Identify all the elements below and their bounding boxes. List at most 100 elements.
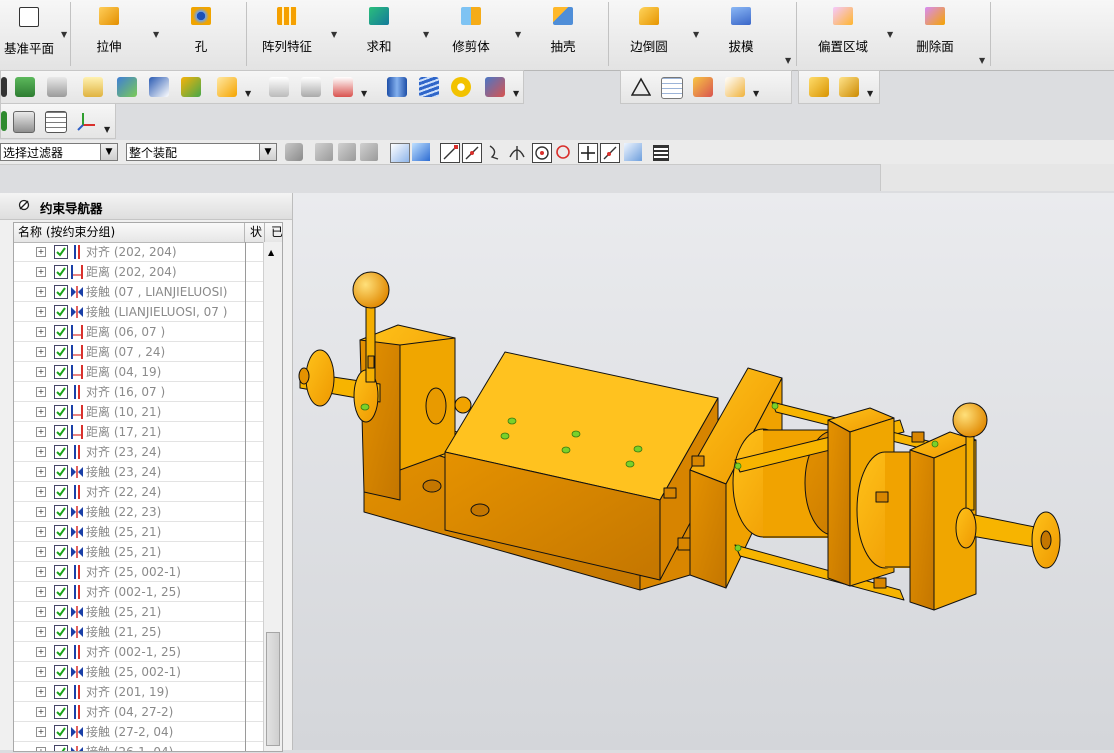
- snap-drag-icon[interactable]: [360, 143, 378, 161]
- column-applied[interactable]: 已: [265, 223, 282, 242]
- expand-icon[interactable]: +: [36, 467, 46, 477]
- expand-icon[interactable]: +: [36, 627, 46, 637]
- tree-row[interactable]: + 接触 (27-2, 04): [14, 722, 263, 742]
- constraint-checkbox[interactable]: [54, 625, 68, 639]
- move-component-icon[interactable]: [117, 77, 137, 97]
- expand-icon[interactable]: +: [36, 287, 46, 297]
- trim-body-button[interactable]: 修剪体: [432, 4, 510, 60]
- snap-center-icon[interactable]: [532, 143, 552, 163]
- tree-row[interactable]: + 对齐 (22, 24): [14, 482, 263, 502]
- constraint-checkbox[interactable]: [54, 285, 68, 299]
- abc-text-icon[interactable]: [217, 77, 237, 97]
- expand-icon[interactable]: +: [36, 327, 46, 337]
- tree-scrollbar[interactable]: ▲: [263, 242, 282, 751]
- tree-row[interactable]: + 对齐 (002-1, 25): [14, 582, 263, 602]
- scope-select[interactable]: 整个装配 ▼: [126, 143, 277, 161]
- tree-row[interactable]: + 接触 (LIANJIELUOSI, 07 ): [14, 302, 263, 322]
- measure-tool-icon[interactable]: [333, 77, 353, 97]
- constraint-checkbox[interactable]: [54, 305, 68, 319]
- tree-row[interactable]: + 距离 (10, 21): [14, 402, 263, 422]
- constraint-checkbox[interactable]: [54, 525, 68, 539]
- tree-row[interactable]: + 对齐 (25, 002-1): [14, 562, 263, 582]
- scroll-thumb[interactable]: [266, 632, 280, 746]
- constraint-checkbox[interactable]: [54, 265, 68, 279]
- toolbar-dropdown-4[interactable]: ▼: [753, 89, 759, 98]
- constraint-checkbox[interactable]: [54, 365, 68, 379]
- tree-row[interactable]: + 接触 (25, 21): [14, 602, 263, 622]
- expand-icon[interactable]: +: [36, 727, 46, 737]
- spreadsheet-icon[interactable]: [45, 111, 67, 133]
- tree-row[interactable]: + 距离 (202, 204): [14, 262, 263, 282]
- tree-row[interactable]: + 接触 (21, 25): [14, 622, 263, 642]
- gears-icon[interactable]: [725, 77, 745, 97]
- layer-settings-icon[interactable]: [47, 77, 67, 97]
- snap-endpoint-icon[interactable]: [440, 143, 460, 163]
- expand-icon[interactable]: +: [36, 687, 46, 697]
- expand-icon[interactable]: +: [36, 507, 46, 517]
- offset-region-button[interactable]: 偏置区域: [804, 4, 882, 60]
- table-icon[interactable]: [661, 77, 683, 99]
- toolbar-icon-partial[interactable]: [1, 77, 7, 97]
- layer-stack-icon[interactable]: [15, 77, 35, 97]
- constraint-checkbox[interactable]: [54, 445, 68, 459]
- spring-icon[interactable]: [419, 77, 439, 97]
- tree-row[interactable]: + 对齐 (04, 27-2): [14, 702, 263, 722]
- tree-row[interactable]: + 距离 (04, 19): [14, 362, 263, 382]
- more-sync-dropdown[interactable]: ▼: [979, 56, 985, 65]
- tree-row[interactable]: + 距离 (17, 21): [14, 422, 263, 442]
- constraint-checkbox[interactable]: [54, 505, 68, 519]
- expand-icon[interactable]: +: [36, 247, 46, 257]
- toolbar-dropdown-6[interactable]: ▼: [104, 125, 110, 134]
- constraint-checkbox[interactable]: [54, 585, 68, 599]
- tool-crossed-icon[interactable]: [485, 77, 505, 97]
- snap-cursor-icon[interactable]: [315, 143, 333, 161]
- datum-plane-dropdown[interactable]: ▼: [61, 30, 67, 39]
- toolbar-dropdown-2[interactable]: ▼: [361, 89, 367, 98]
- unite-dropdown[interactable]: ▼: [423, 30, 429, 39]
- part-stack-icon[interactable]: [809, 77, 829, 97]
- constraint-checkbox[interactable]: [54, 485, 68, 499]
- expand-icon[interactable]: +: [36, 567, 46, 577]
- assembly-constraint-icon[interactable]: [181, 77, 201, 97]
- coordinate-axes-icon[interactable]: [77, 111, 97, 131]
- expand-icon[interactable]: +: [36, 427, 46, 437]
- snap-on-face-icon[interactable]: [624, 143, 642, 161]
- tree-row[interactable]: + 接触 (22, 23): [14, 502, 263, 522]
- select-face-icon[interactable]: [412, 143, 430, 161]
- edge-blend-button[interactable]: 边倒圆: [610, 4, 688, 60]
- toolbar-dropdown-5[interactable]: ▼: [867, 89, 873, 98]
- eraser-icon[interactable]: [83, 77, 103, 97]
- tree-row[interactable]: + 距离 (07 , 24): [14, 342, 263, 362]
- snap-intersection-icon[interactable]: [508, 143, 526, 161]
- expand-icon[interactable]: +: [36, 547, 46, 557]
- constraint-checkbox[interactable]: [54, 605, 68, 619]
- delete-face-button[interactable]: 删除面: [896, 4, 974, 60]
- tree-row[interactable]: + 距离 (06, 07 ): [14, 322, 263, 342]
- expand-icon[interactable]: +: [36, 447, 46, 457]
- tree-row[interactable]: + 接触 (25, 21): [14, 522, 263, 542]
- cylinder-icon[interactable]: [387, 77, 407, 97]
- bearing-icon[interactable]: [451, 77, 471, 97]
- constraint-checkbox[interactable]: [54, 565, 68, 579]
- offset-region-dropdown[interactable]: ▼: [887, 30, 893, 39]
- hole-button[interactable]: 孔: [162, 4, 240, 60]
- expand-icon[interactable]: +: [36, 387, 46, 397]
- constraint-checkbox[interactable]: [54, 345, 68, 359]
- tree-row[interactable]: + 对齐 (202, 204): [14, 242, 263, 262]
- toolbar-icon-partial-2[interactable]: [1, 111, 7, 131]
- edge-blend-dropdown[interactable]: ▼: [693, 30, 699, 39]
- constraint-checkbox[interactable]: [54, 325, 68, 339]
- expand-icon[interactable]: +: [36, 527, 46, 537]
- grid-icon[interactable]: [653, 145, 669, 161]
- type-filter-dropdown-icon[interactable]: ▼: [100, 144, 117, 160]
- type-filter-select[interactable]: 选择过滤器 ▼: [0, 143, 118, 161]
- select-body-icon[interactable]: [390, 143, 410, 163]
- expand-icon[interactable]: +: [36, 607, 46, 617]
- draft-button[interactable]: 拔模: [702, 4, 780, 60]
- constraint-checkbox[interactable]: [54, 465, 68, 479]
- constraint-checkbox[interactable]: [54, 405, 68, 419]
- toolbar-dropdown-3[interactable]: ▼: [513, 89, 519, 98]
- snap-existing-point-icon[interactable]: [578, 143, 598, 163]
- tree-row[interactable]: + 接触 (26-1, 04): [14, 742, 263, 751]
- curve-tool-icon[interactable]: [269, 77, 289, 97]
